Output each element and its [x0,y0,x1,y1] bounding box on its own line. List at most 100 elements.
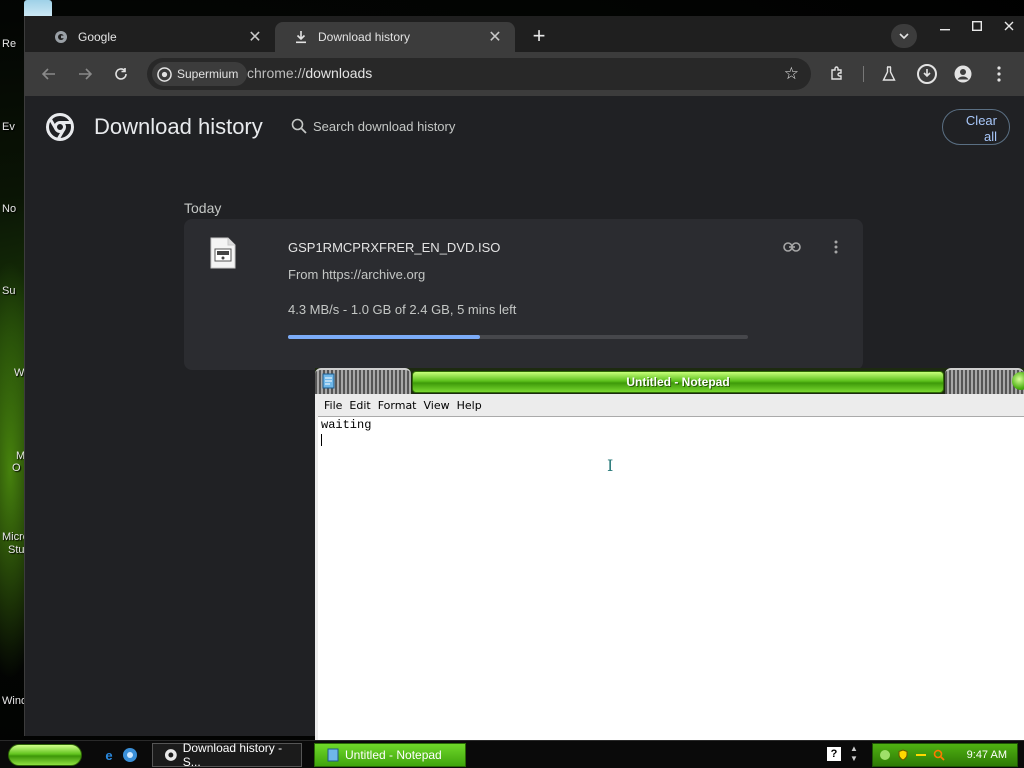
menu-format[interactable]: Format [378,399,417,412]
tab-strip: Google ✕ Download history ✕ + [25,16,1024,52]
site-info-chip[interactable]: Supermium [152,62,248,86]
item-menu-button[interactable] [824,235,848,259]
file-name[interactable]: GSP1RMCPRXFRER_EN_DVD.ISO [288,240,500,255]
menu-button[interactable] [987,62,1011,86]
chrome-logo-icon [46,113,74,141]
taskbar-item-chrome[interactable]: Download history - S... [152,741,302,768]
tab-title: Google [78,30,117,44]
google-icon [53,29,69,45]
window-controls [929,16,1024,38]
tab-download-history[interactable]: Download history ✕ [275,22,515,52]
address-bar[interactable]: Supermium chrome://downloads ☆ [147,58,811,90]
desktop-icon-label[interactable]: Su [2,285,26,297]
page-title: Download history [94,114,263,139]
notepad-titlebar[interactable]: Untitled - Notepad [315,368,1024,394]
labs-button[interactable] [877,62,901,86]
more-vert-icon [834,240,838,254]
download-circle-icon [917,64,937,84]
window-orb-icon[interactable] [1012,372,1024,390]
search-icon [291,118,307,134]
url-host: downloads [305,65,373,81]
ibeam-cursor-icon: I [607,456,614,475]
copy-link-button[interactable] [780,235,804,259]
search-icon [933,749,945,761]
downloads-button[interactable] [915,62,939,86]
bookmark-star-icon[interactable]: ☆ [784,64,799,84]
download-item: GSP1RMCPRXFRER_EN_DVD.ISO From https://a… [184,219,863,370]
close-window-button[interactable] [993,16,1024,36]
tab-google[interactable]: Google ✕ [35,22,275,52]
puzzle-icon [831,66,842,80]
extensions-button[interactable] [825,62,849,86]
supermium-icon [157,66,172,82]
quick-launch-icon[interactable] [121,746,139,764]
downloads-header: Download history Search download history… [25,96,1024,160]
file-icon [210,237,236,269]
task-label: Untitled - Notepad [345,748,442,762]
download-status: 4.3 MB/s - 1.0 GB of 2.4 GB, 5 mins left [288,302,517,317]
file-source: From https://archive.org [288,267,426,282]
progress-fill [288,335,480,339]
avatar-icon [954,65,972,83]
desktop-icon-label[interactable]: Wind [2,695,26,707]
start-button[interactable] [8,744,82,766]
notepad-window: Untitled - Notepad File Edit Format View… [315,368,1024,740]
taskbar-item-notepad[interactable]: Untitled - Notepad [314,743,466,767]
url-text[interactable]: chrome://downloads [247,65,372,81]
tab-search-button[interactable] [891,24,917,48]
search-placeholder: Search download history [313,118,456,134]
profile-button[interactable] [951,62,975,86]
notepad-icon [322,373,335,389]
clear-all-label-line2: all [983,129,997,144]
desktop-icon-label[interactable]: No [2,203,26,215]
back-arrow-icon [42,68,55,80]
tray-expand-icon[interactable]: ▲ ▼ [850,744,858,764]
clock: 9:47 AM [966,749,1007,761]
clear-all-label-line1: Clear [965,113,997,128]
desktop-icon-label[interactable]: Re [2,38,26,50]
flask-icon [882,66,896,81]
back-button[interactable] [37,62,61,86]
chevron-down-icon [899,33,909,39]
notepad-icon [327,748,339,762]
forward-arrow-icon [79,68,92,80]
date-heading: Today [184,200,222,216]
forward-button[interactable] [73,62,97,86]
notepad-text-area[interactable]: waiting I [318,416,1024,740]
shield-icon [898,749,908,761]
maximize-icon [972,21,982,31]
menu-help[interactable]: Help [457,399,482,412]
close-icon [1004,21,1014,31]
minimize-button[interactable] [929,16,961,36]
notepad-content: waiting [321,418,372,432]
desktop-icon-label[interactable]: Micro [2,531,26,543]
minimize-icon [940,29,950,31]
text-caret [321,434,322,446]
download-icon [293,29,309,45]
desktop-icon-label[interactable]: Ev [2,121,26,133]
notepad-title: Untitled - Notepad [412,371,944,393]
close-icon[interactable]: ✕ [485,27,505,47]
clear-all-button[interactable]: Clear all [942,109,1010,145]
new-tab-button[interactable]: + [527,25,551,49]
internet-explorer-icon[interactable]: e [100,746,118,764]
toolbar-divider [863,66,864,82]
reload-button[interactable] [109,62,133,86]
network-icon [880,750,890,760]
chip-label: Supermium [177,67,239,81]
tab-title: Download history [318,30,411,44]
help-icon[interactable]: ? [827,747,841,761]
connection-icon [916,754,926,756]
search-input[interactable]: Search download history [283,110,863,142]
progress-bar [288,335,748,339]
maximize-button[interactable] [961,16,993,36]
menu-edit[interactable]: Edit [349,399,370,412]
menu-view[interactable]: View [424,399,450,412]
taskbar: e Download history - S... Untitled - Not… [0,740,1024,768]
menu-file[interactable]: File [324,399,342,412]
chrome-icon [164,749,177,761]
reload-icon [115,68,127,80]
link-icon [783,242,801,252]
close-icon[interactable]: ✕ [245,27,265,47]
system-tray: 9:47 AM [872,743,1018,767]
